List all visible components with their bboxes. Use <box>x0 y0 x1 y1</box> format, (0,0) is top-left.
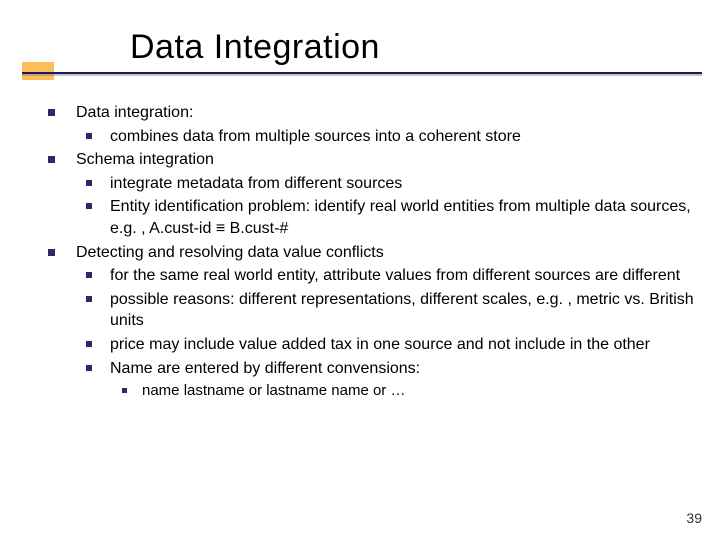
title-accent-box <box>22 62 54 80</box>
bullet-level-3: name lastname or lastname name or … <box>42 381 696 401</box>
bullet-level-2: integrate metadata from different source… <box>42 173 696 195</box>
slide-title: Data Integration <box>130 28 720 67</box>
bullet-level-2: possible reasons: different representati… <box>42 289 696 332</box>
bullet-level-2: price may include value added tax in one… <box>42 334 696 356</box>
bullet-level-2: Entity identification problem: identify … <box>42 196 696 239</box>
bullet-level-2: combines data from multiple sources into… <box>42 126 696 148</box>
page-number: 39 <box>686 510 702 526</box>
title-underline-shadow <box>22 74 702 76</box>
bullet-level-1: Detecting and resolving data value confl… <box>42 242 696 264</box>
bullet-level-1: Schema integration <box>42 149 696 171</box>
bullet-level-2: for the same real world entity, attribut… <box>42 265 696 287</box>
bullet-level-2: Name are entered by different convension… <box>42 358 696 380</box>
slide-body: Data integration:combines data from mult… <box>0 92 720 401</box>
bullet-level-1: Data integration: <box>42 102 696 124</box>
slide-title-area: Data Integration <box>0 0 720 92</box>
